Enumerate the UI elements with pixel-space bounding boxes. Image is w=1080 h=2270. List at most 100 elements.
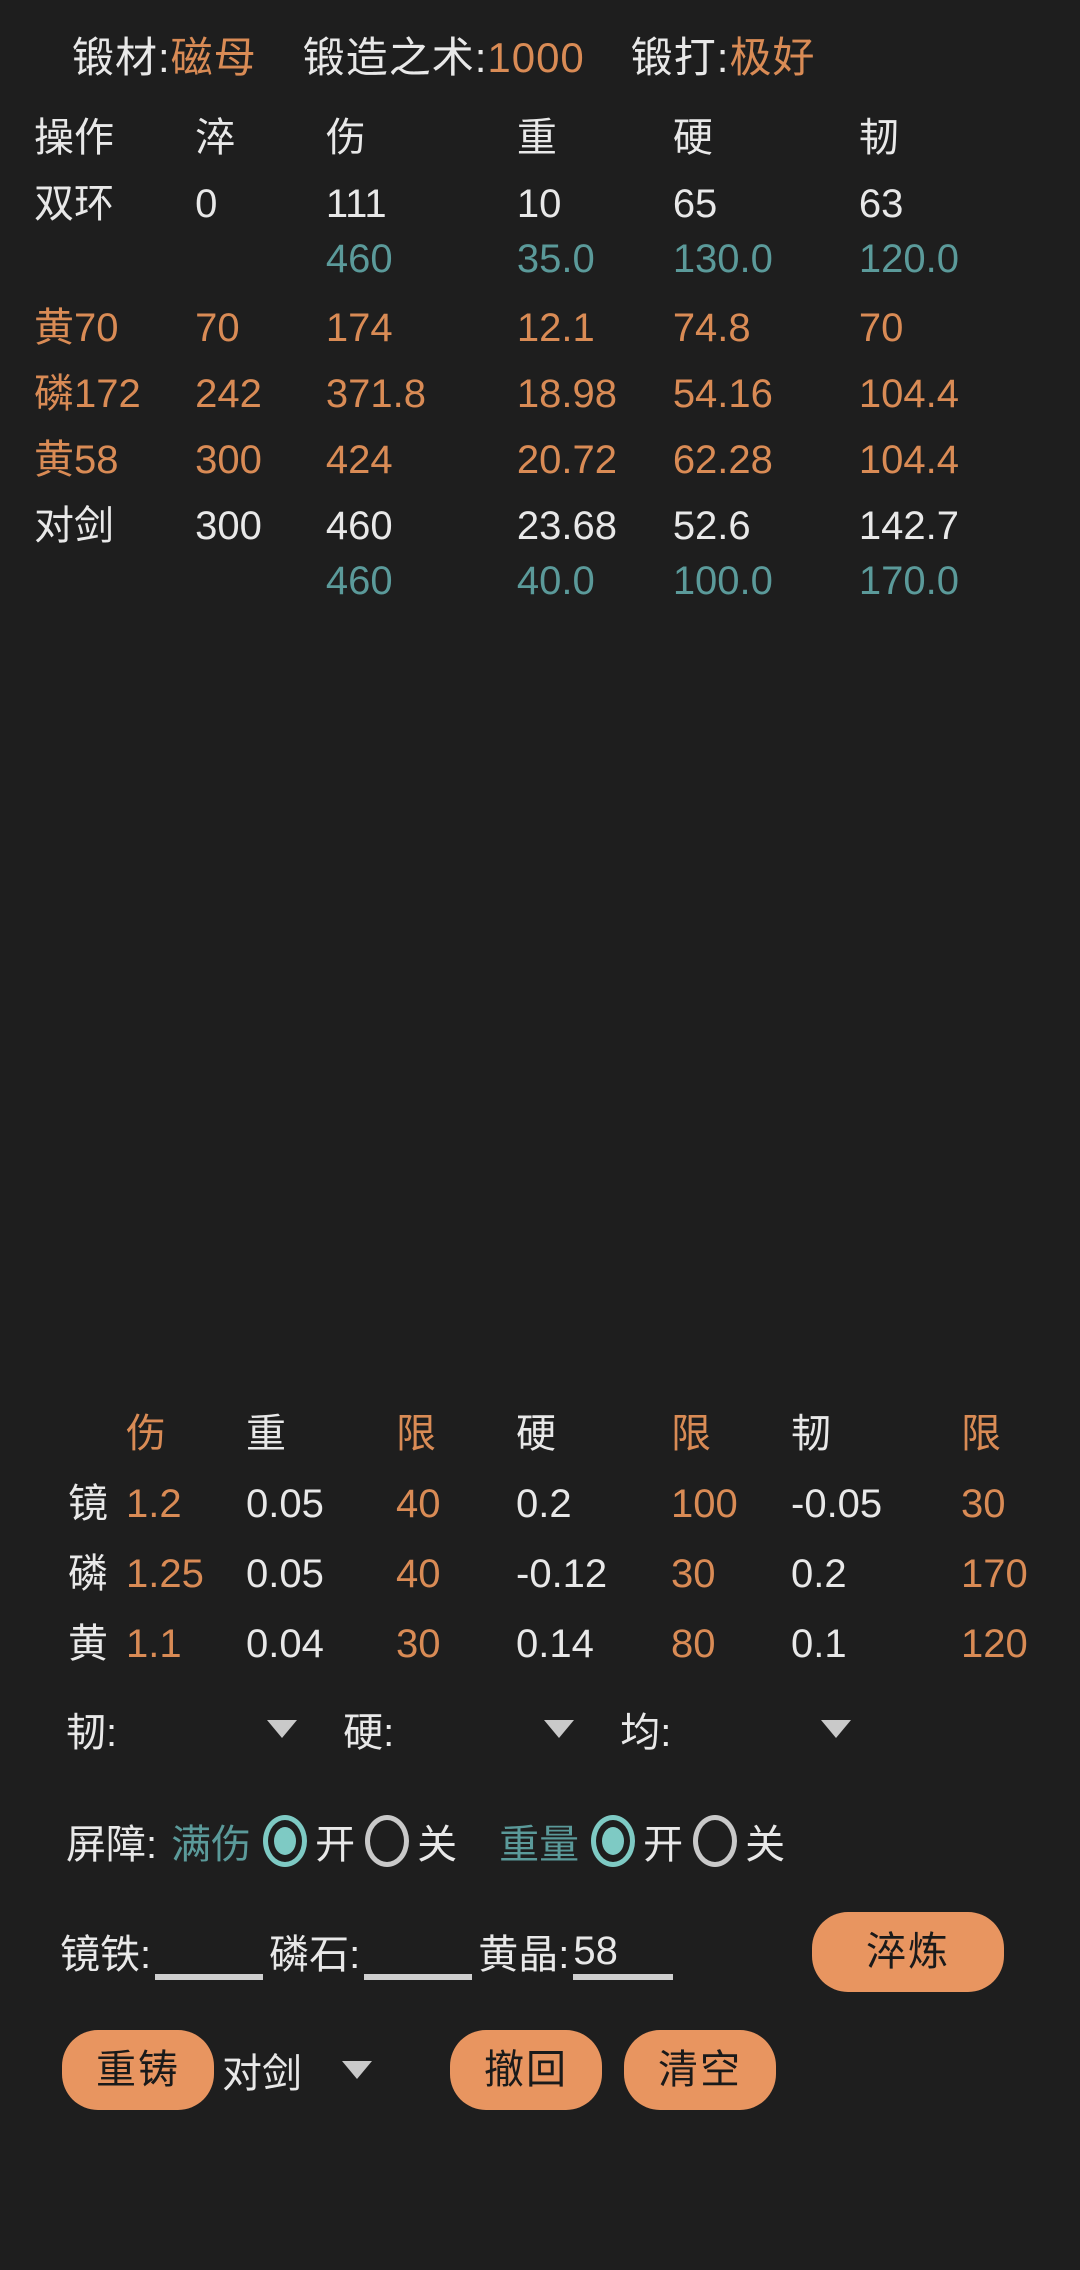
cell-damage: 460 [325, 559, 393, 603]
chevron-down-icon[interactable] [821, 1720, 852, 1738]
cell-weight: 23.68 [516, 504, 618, 548]
field-label-phosphor-stone: 磷石: [269, 1933, 361, 1977]
cell-quench: 0 [195, 182, 218, 226]
header-value-material: 磁母 [170, 34, 257, 81]
undo-button[interactable]: 撤回 [450, 2030, 602, 2110]
select-balanced[interactable]: 均: [620, 1700, 852, 1758]
mirror-iron-input[interactable] [155, 1928, 264, 1980]
table-row: 磷172 242 371.8 18.98 54.16 104.4 [0, 357, 1050, 423]
cell-hardness: 65 [672, 182, 718, 226]
spec-column-header-toughness-limit: 限 [961, 1412, 1001, 1456]
chevron-down-icon[interactable] [267, 1720, 298, 1738]
select-value-toughness[interactable] [117, 1709, 267, 1749]
radio-weight-off[interactable] [693, 1815, 738, 1867]
refine-button[interactable]: 淬炼 [812, 1912, 1004, 1992]
radio-full-damage-on[interactable] [263, 1815, 308, 1867]
spec-cell-name: 黄 [68, 1622, 108, 1666]
radio-label-weight-on: 开 [643, 1823, 684, 1867]
header-value-quality: 极好 [729, 34, 816, 81]
spec-cell-hardness: 0.14 [516, 1622, 594, 1666]
header-label-material: 锻材: [72, 34, 171, 81]
spec-column-header-damage-limit: 限 [396, 1412, 436, 1456]
radio-label-full-damage-off: 关 [417, 1823, 458, 1867]
yellow-crystal-input[interactable]: 58 [573, 1928, 674, 1980]
recast-button[interactable]: 重铸 [62, 2030, 214, 2110]
cell-operation [0, 233, 195, 291]
select-hardness[interactable]: 硬: [343, 1700, 575, 1758]
field-group-mirror-iron: 镜铁: [60, 1922, 264, 1980]
spec-cell-weight: 0.05 [246, 1552, 324, 1596]
cell-damage: 460 [325, 237, 393, 281]
weapon-select[interactable]: 对剑 [222, 2041, 372, 2099]
cell-quench: 242 [195, 372, 262, 416]
cell-quench: 70 [195, 306, 240, 350]
material-input-row: 镜铁: 磷石: 黄晶: 58 [60, 1922, 679, 1980]
spec-cell-toughness-limit: 30 [961, 1482, 1006, 1526]
barrier-row: 屏障: 满伤 开 关 重量 开 关 [66, 1812, 793, 1870]
spec-cell-toughness: 0.1 [791, 1622, 847, 1666]
cell-damage: 371.8 [325, 372, 426, 416]
material-spec-table: 伤 重 限 硬 限 韧 限 镜 1.2 0.05 40 0.2 100 -0.0… [30, 1395, 1080, 1675]
column-header-hardness: 硬 [672, 116, 713, 160]
select-value-hardness[interactable] [394, 1709, 544, 1749]
forge-operations-table: 操作 淬 伤 重 硬 韧 双环 0 111 10 65 63 460 35.0 … [0, 101, 1050, 613]
strategy-select-row: 韧: 硬: 均: [66, 1700, 852, 1758]
cell-operation [0, 555, 195, 613]
table-row: 黄70 70 174 12.1 74.8 70 [0, 291, 1050, 357]
spec-cell-hardness-limit: 80 [671, 1622, 716, 1666]
field-group-yellow-crystal: 黄晶: 58 [478, 1922, 674, 1980]
spec-cell-damage-limit: 40 [396, 1482, 441, 1526]
field-label-yellow-crystal: 黄晶: [478, 1933, 570, 1977]
spec-column-header-hardness-limit: 限 [671, 1412, 711, 1456]
table-row: 460 40.0 100.0 170.0 [0, 555, 1050, 613]
table-row: 对剑 300 460 23.68 52.6 142.7 [0, 489, 1050, 555]
radio-label-weight-off: 关 [745, 1823, 786, 1867]
field-label-mirror-iron: 镜铁: [60, 1933, 152, 1977]
header-label-skill: 锻造之术: [302, 34, 488, 81]
cell-toughness: 104.4 [858, 438, 959, 482]
chevron-down-icon[interactable] [544, 1720, 575, 1738]
column-header-quench: 淬 [195, 116, 236, 160]
cell-hardness: 62.28 [672, 438, 773, 482]
weapon-select-value: 对剑 [222, 2052, 302, 2096]
spec-cell-damage-limit: 30 [396, 1622, 441, 1666]
spec-column-header-toughness: 韧 [791, 1412, 831, 1456]
cell-weight: 20.72 [516, 438, 618, 482]
cell-quench [195, 233, 326, 291]
cell-operation: 对剑 [34, 504, 114, 548]
chevron-down-icon[interactable] [342, 2061, 372, 2079]
cell-hardness: 54.16 [672, 372, 773, 416]
clear-button[interactable]: 清空 [624, 2030, 776, 2110]
select-value-balanced[interactable] [671, 1709, 821, 1749]
cell-quench: 300 [195, 438, 262, 482]
table-row: 双环 0 111 10 65 63 [0, 167, 1050, 233]
phosphor-stone-input[interactable] [364, 1928, 473, 1980]
column-header-operation: 操作 [34, 116, 114, 160]
table-row: 460 35.0 130.0 120.0 [0, 233, 1050, 291]
cell-weight: 12.1 [516, 306, 595, 350]
cell-hardness: 100.0 [672, 559, 773, 603]
select-label-balanced: 均: [620, 1711, 672, 1755]
cell-operation: 双环 [34, 182, 114, 226]
spec-cell-hardness-limit: 30 [671, 1552, 716, 1596]
spec-cell-toughness: 0.2 [791, 1552, 847, 1596]
spec-column-header-damage: 伤 [126, 1412, 166, 1456]
spec-cell-weight: 0.05 [246, 1482, 324, 1526]
cell-weight: 40.0 [516, 559, 595, 603]
cell-quench [195, 555, 326, 613]
cell-operation: 黄58 [34, 438, 119, 482]
header-item-material: 锻材: 磁母 [72, 24, 257, 85]
cell-toughness: 104.4 [858, 372, 959, 416]
cell-hardness: 74.8 [672, 306, 751, 350]
spec-row: 磷 1.25 0.05 40 -0.12 30 0.2 170 [30, 1535, 1080, 1605]
action-button-row: 重铸 对剑 撤回 清空 [62, 2030, 776, 2110]
header-value-skill: 1000 [487, 34, 585, 81]
table-row: 黄58 300 424 20.72 62.28 104.4 [0, 423, 1050, 489]
radio-weight-on[interactable] [591, 1815, 636, 1867]
cell-weight: 18.98 [516, 372, 618, 416]
select-toughness[interactable]: 韧: [66, 1700, 298, 1758]
field-group-phosphor-stone: 磷石: [269, 1922, 473, 1980]
spec-cell-weight: 0.04 [246, 1622, 324, 1666]
radio-full-damage-off[interactable] [365, 1815, 410, 1867]
spec-column-header-hardness: 硬 [516, 1412, 556, 1456]
